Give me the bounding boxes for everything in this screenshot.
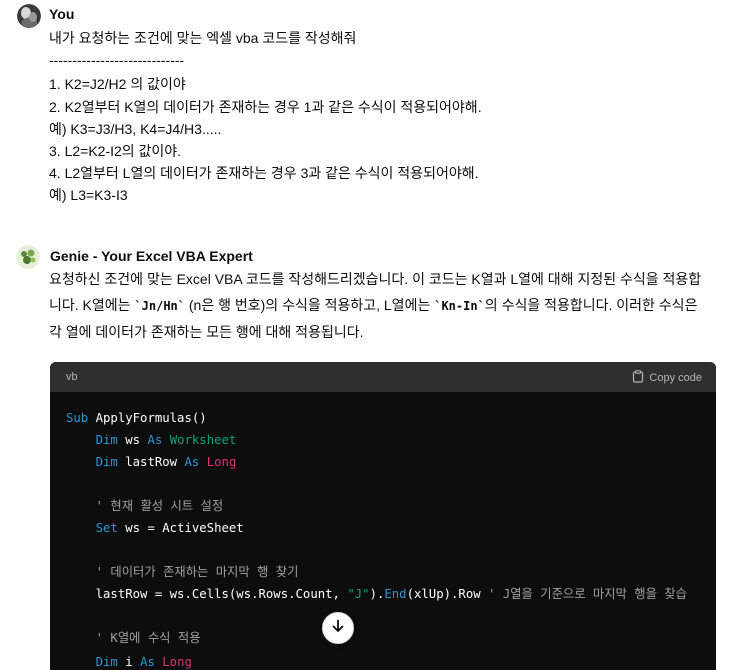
- code-token: ws: [125, 433, 148, 447]
- user-author-name: You: [49, 6, 75, 22]
- assistant-message-text: 요청하신 조건에 맞는 Excel VBA 코드를 작성해드리겠습니다. 이 코…: [49, 266, 709, 345]
- code-block-header: vb Copy code: [50, 362, 716, 392]
- code-line: Dim i As Long: [66, 652, 192, 670]
- user-message-line: 3. L2=K2-I2의 값이야.: [49, 143, 182, 159]
- user-message-line: 1. K2=J2/H2 의 값이야: [49, 76, 186, 92]
- code-token: ).: [369, 587, 385, 601]
- code-language-label: vb: [66, 371, 78, 383]
- user-message-line: -----------------------------: [49, 52, 185, 68]
- code-line: Dim lastRow As Long: [66, 452, 237, 472]
- user-message-line: 예) L3=K3-I3: [49, 187, 128, 203]
- scroll-to-bottom-button[interactable]: [322, 612, 354, 644]
- user-message-line: 4. L2열부터 L열의 데이터가 존재하는 경우 3과 같은 수식이 적용되어…: [49, 165, 479, 181]
- code-line: lastRow = ws.Cells(ws.Rows.Count, "J").E…: [66, 584, 687, 604]
- code-content: Sub ApplyFormulas() Dim ws As Worksheet …: [66, 408, 716, 669]
- code-line: ' 데이터가 존재하는 마지막 행 찾기: [66, 562, 299, 582]
- code-comment: ' 현재 활성 시트 설정: [95, 499, 224, 513]
- user-message-line: 내가 요청하는 조건에 맞는 엑셀 vba 코드를 작성해줘: [49, 30, 357, 46]
- code-token: Dim: [95, 455, 126, 469]
- code-token: As: [147, 433, 170, 447]
- user-avatar: [17, 4, 41, 28]
- code-token: End: [384, 587, 407, 601]
- code-token: As: [140, 655, 163, 669]
- code-token: Sub: [66, 411, 96, 425]
- code-token: Long: [162, 655, 192, 669]
- user-message-line: 예) K3=J3/H3, K4=J4/H3.....: [49, 121, 222, 137]
- clipboard-icon: [632, 370, 644, 386]
- code-token: Long: [206, 455, 237, 469]
- genie-avatar: [16, 245, 40, 269]
- code-line: Dim ws As Worksheet: [66, 430, 237, 450]
- code-token: lastRow: [125, 455, 185, 469]
- code-line: Set ws = ActiveSheet: [66, 518, 244, 538]
- arrow-down-icon: [331, 619, 345, 638]
- code-comment: ' J열을 기준으로 마지막 행을 찾습: [488, 587, 687, 601]
- code-token: i: [125, 655, 141, 669]
- code-token: Worksheet: [169, 433, 237, 447]
- inline-code: `Kn-In`: [434, 299, 485, 313]
- code-token: lastRow = ws.Cells(ws.Rows.Count,: [95, 587, 348, 601]
- code-token: Dim: [95, 433, 126, 447]
- code-line: ' 현재 활성 시트 설정: [66, 496, 224, 516]
- copy-code-label: Copy code: [649, 372, 702, 384]
- code-string: "J": [347, 587, 370, 601]
- assistant-author-name: Genie - Your Excel VBA Expert: [50, 248, 253, 264]
- code-line: Sub ApplyFormulas(): [66, 408, 207, 428]
- inline-code: `Jn/Hn`: [134, 299, 185, 313]
- user-message-line: 2. K2열부터 K열의 데이터가 존재하는 경우 1과 같은 수식이 적용되어…: [49, 99, 482, 115]
- code-block: vb Copy code Sub ApplyFormulas() Dim ws …: [50, 362, 716, 670]
- code-comment: ' K열에 수식 적용: [95, 631, 201, 645]
- code-token: (xlUp).Row: [406, 587, 489, 601]
- copy-code-button[interactable]: Copy code: [632, 370, 702, 386]
- code-comment: ' 데이터가 존재하는 마지막 행 찾기: [95, 565, 299, 579]
- code-token: Set: [95, 521, 126, 535]
- code-token: As: [184, 455, 207, 469]
- code-token: ws = ActiveSheet: [125, 521, 244, 535]
- code-token: Dim: [95, 655, 126, 669]
- assistant-text-segment: (n은 행 번호)의 수식을 적용하고, L열에는: [185, 297, 435, 313]
- code-line: ' K열에 수식 적용: [66, 628, 201, 648]
- code-token: ApplyFormulas(): [95, 411, 207, 425]
